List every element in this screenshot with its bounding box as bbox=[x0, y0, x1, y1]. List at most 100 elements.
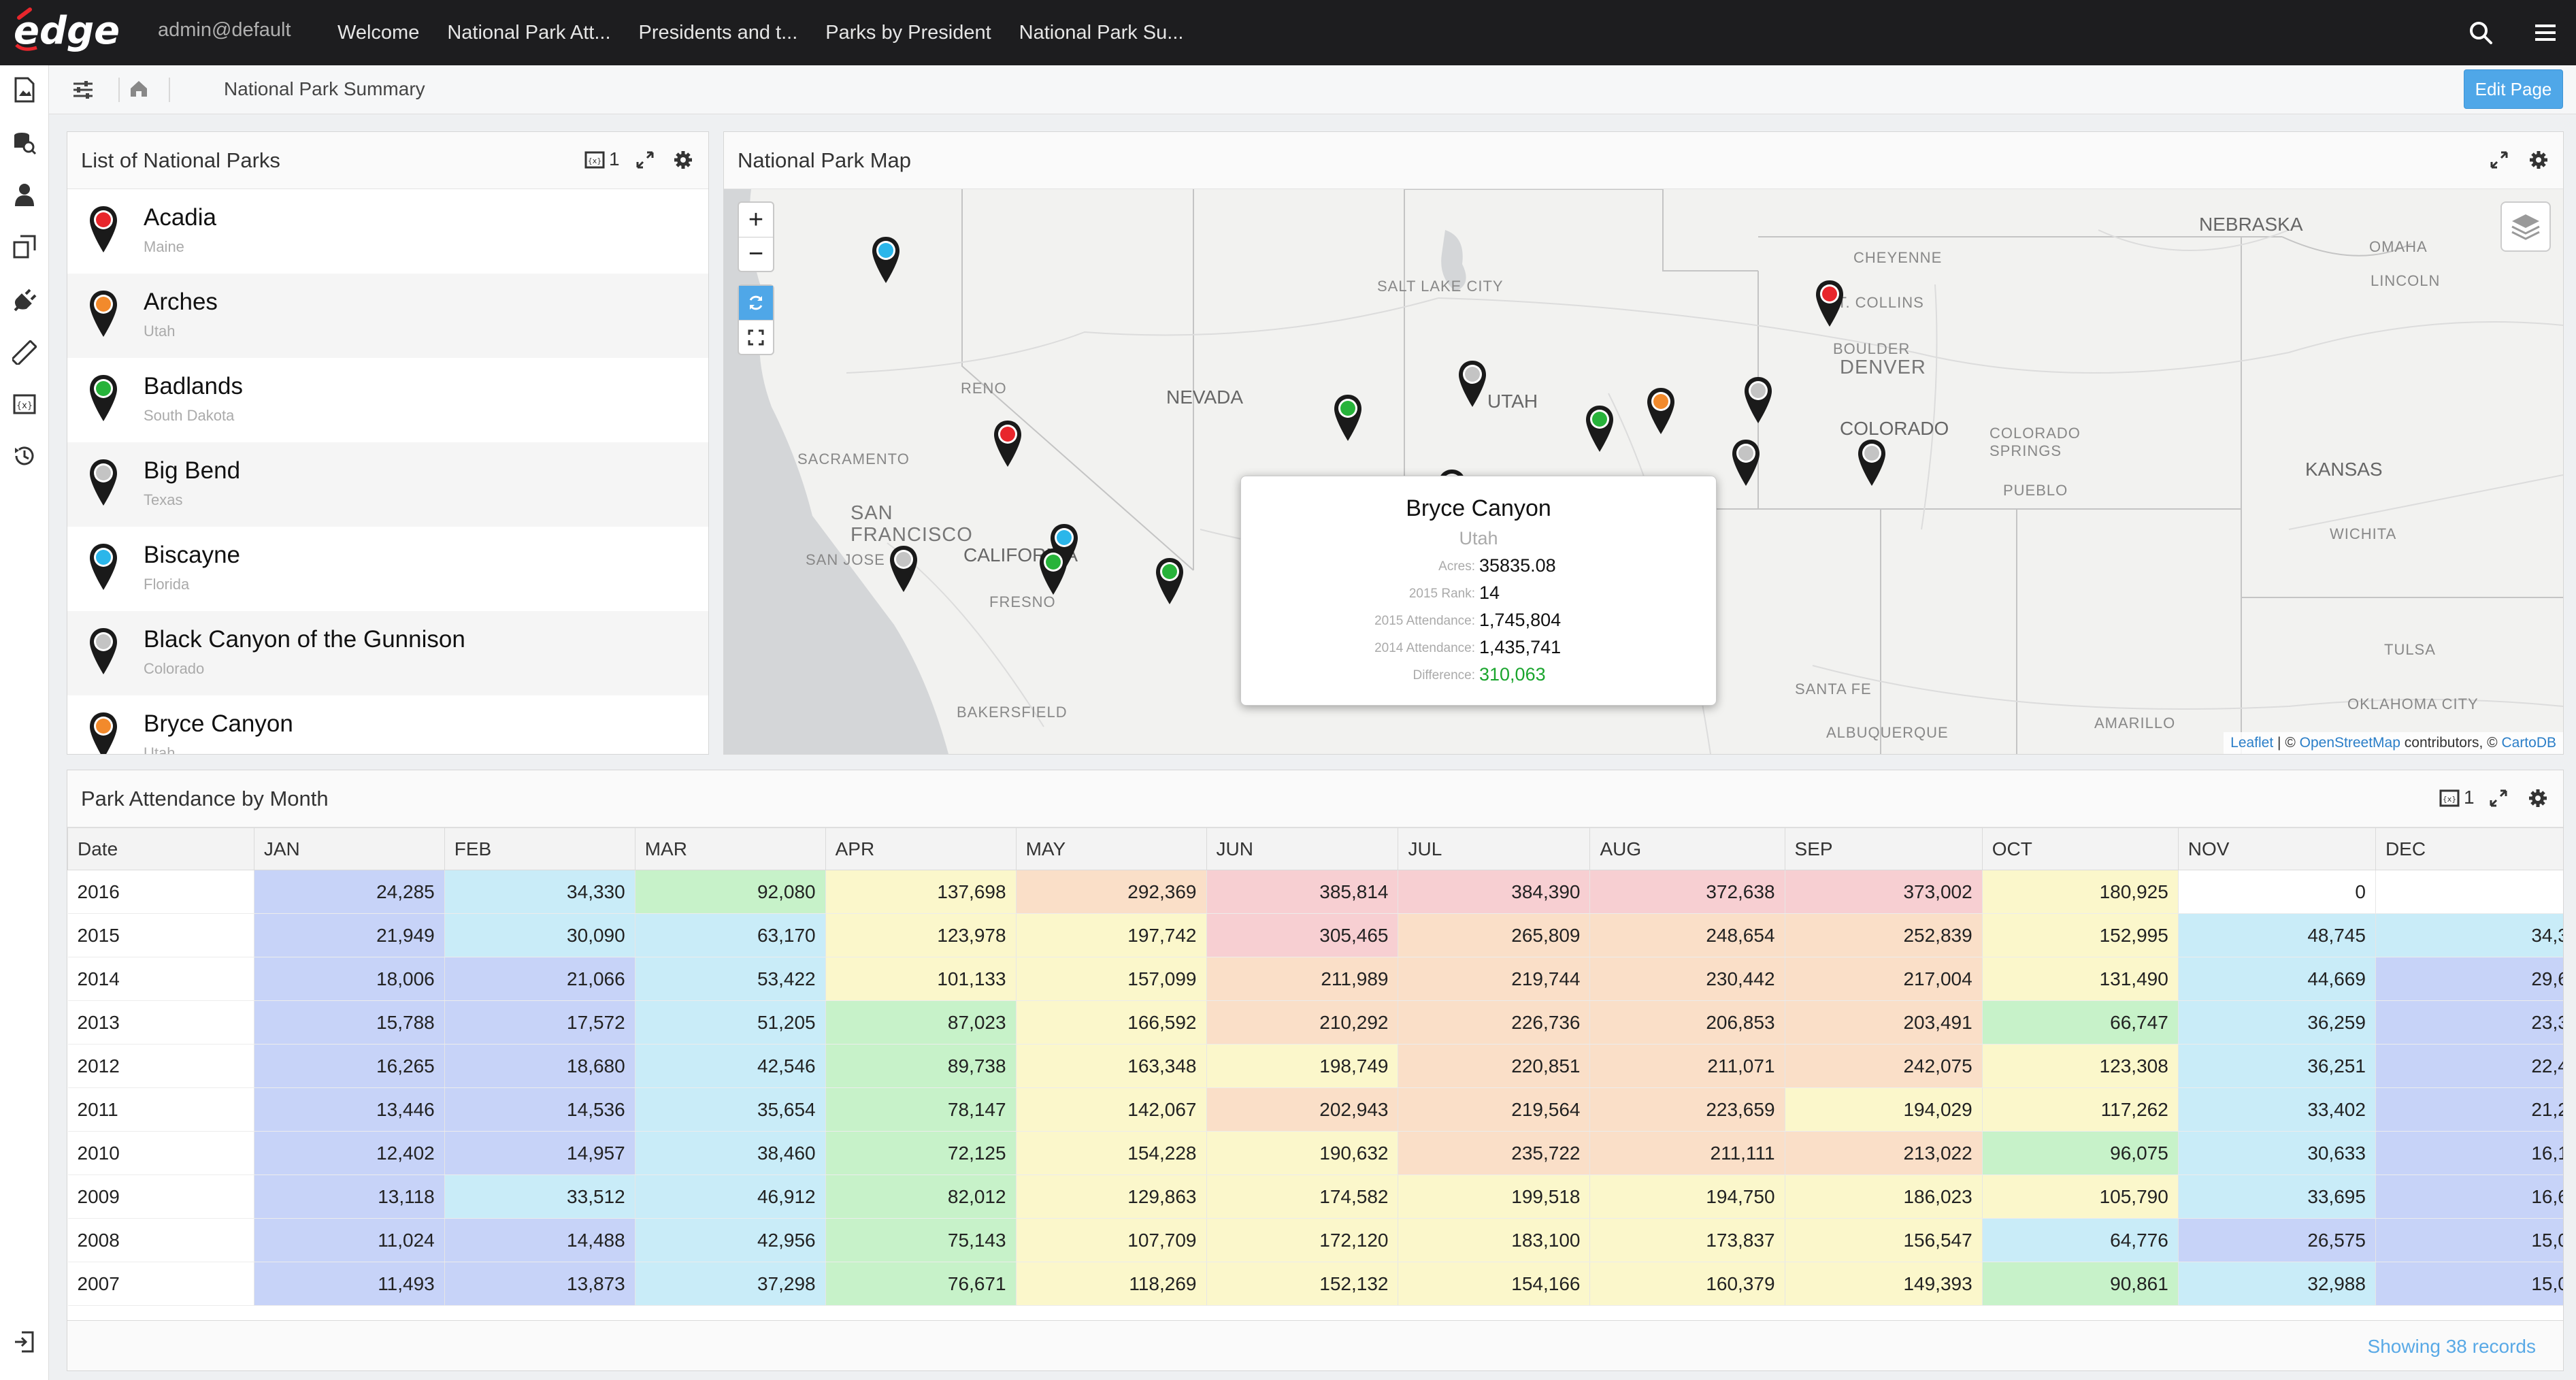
layers-icon[interactable] bbox=[2500, 201, 2551, 252]
map-marker-icon[interactable] bbox=[1584, 404, 1615, 455]
column-header[interactable]: DEC bbox=[2375, 827, 2563, 870]
map-label: COLORADO SPRINGS bbox=[1989, 425, 2081, 459]
gear-icon[interactable] bbox=[670, 147, 696, 173]
column-header[interactable]: AUG bbox=[1589, 827, 1785, 870]
map-marker-icon[interactable] bbox=[1856, 438, 1887, 489]
column-header[interactable]: SEP bbox=[1784, 827, 1983, 870]
column-header[interactable]: MAR bbox=[634, 827, 826, 870]
variables-icon[interactable]: {x} bbox=[582, 147, 608, 173]
hamburger-menu-icon[interactable] bbox=[2526, 14, 2564, 52]
table-row[interactable]: 2011 13,446 14,536 35,654 78,147 142,067 202,9… bbox=[67, 1087, 2563, 1132]
gear-icon[interactable] bbox=[2526, 147, 2552, 173]
map-marker-icon[interactable] bbox=[1038, 547, 1069, 597]
gear-icon[interactable] bbox=[2525, 785, 2551, 811]
table-row[interactable]: 2015 21,949 30,090 63,170 123,978 197,742 305,… bbox=[67, 913, 2563, 957]
tab-national-park-summary[interactable]: National Park Su... bbox=[1019, 22, 1184, 44]
column-header[interactable]: MAY bbox=[1015, 827, 1207, 870]
column-header[interactable]: Date bbox=[67, 827, 254, 870]
column-header[interactable]: FEB bbox=[444, 827, 635, 870]
list-item[interactable]: Arches Utah bbox=[67, 274, 708, 358]
table-row[interactable]: 2007 11,493 13,873 37,298 76,671 118,269 152,1… bbox=[67, 1262, 2563, 1306]
value-cell: 29,677 bbox=[2375, 957, 2563, 1001]
table-row[interactable]: 2014 18,006 21,066 53,422 101,133 157,099 211,… bbox=[67, 957, 2563, 1001]
table-row[interactable]: 2008 11,024 14,488 42,956 75,143 107,709 172,1… bbox=[67, 1218, 2563, 1262]
leaflet-link[interactable]: Leaflet bbox=[2230, 735, 2273, 751]
openstreetmap-link[interactable]: OpenStreetMap bbox=[2300, 735, 2400, 751]
popup-row: 2015 Rank: 14 bbox=[1241, 580, 1717, 607]
list-item[interactable]: Biscayne Florida bbox=[67, 527, 708, 611]
date-cell: 2014 bbox=[67, 957, 254, 1001]
filter-settings-icon[interactable] bbox=[71, 78, 98, 102]
column-header[interactable]: JUL bbox=[1398, 827, 1591, 870]
tab-parks-by-president[interactable]: Parks by President bbox=[825, 22, 991, 44]
list-item[interactable]: Badlands South Dakota bbox=[67, 358, 708, 442]
popup-value: 310,063 bbox=[1479, 664, 1546, 685]
map-marker-icon[interactable] bbox=[1730, 438, 1762, 489]
refresh-icon[interactable] bbox=[739, 286, 773, 320]
map-marker-icon[interactable] bbox=[888, 544, 919, 595]
popup-label: 2015 Rank: bbox=[1408, 587, 1475, 601]
table-row[interactable]: 2012 16,265 18,680 42,546 89,738 163,348 198,7… bbox=[67, 1044, 2563, 1088]
expand-icon[interactable] bbox=[632, 147, 658, 173]
pages-icon[interactable] bbox=[11, 76, 38, 103]
column-header[interactable]: JAN bbox=[253, 827, 445, 870]
edit-page-button[interactable]: Edit Page bbox=[2464, 69, 2563, 109]
user-icon[interactable] bbox=[11, 181, 38, 208]
map-marker-icon[interactable] bbox=[1457, 359, 1488, 410]
zoom-out-button[interactable]: − bbox=[739, 237, 773, 271]
map-marker-icon[interactable] bbox=[1645, 387, 1677, 437]
value-cell: 217,004 bbox=[1785, 957, 1983, 1001]
value-cell: 173,837 bbox=[1589, 1218, 1785, 1262]
tab-welcome[interactable]: Welcome bbox=[337, 22, 419, 44]
search-icon[interactable] bbox=[2462, 14, 2500, 52]
variables-icon[interactable]: {x} bbox=[11, 391, 38, 418]
value-cell: 129,863 bbox=[1016, 1174, 1207, 1219]
table-row[interactable]: 2009 13,118 33,512 46,912 82,012 129,863 174,5… bbox=[67, 1174, 2563, 1219]
expand-icon[interactable] bbox=[2486, 147, 2512, 173]
record-count: Showing 38 records bbox=[2367, 1336, 2536, 1357]
variables-icon[interactable]: {x} bbox=[2437, 785, 2462, 811]
map-marker-icon[interactable] bbox=[992, 419, 1023, 470]
ruler-icon[interactable] bbox=[11, 339, 38, 366]
list-item[interactable]: Black Canyon of the Gunnison Colorado bbox=[67, 611, 708, 695]
current-user[interactable]: admin@default bbox=[158, 19, 291, 42]
list-item[interactable]: Big Bend Texas bbox=[67, 442, 708, 527]
edge-logo[interactable]: edge bbox=[10, 3, 118, 60]
column-header[interactable]: APR bbox=[825, 827, 1017, 870]
value-cell: 292,369 bbox=[1016, 870, 1207, 914]
map-marker-icon[interactable] bbox=[1154, 557, 1185, 607]
tab-presidents[interactable]: Presidents and t... bbox=[639, 22, 798, 44]
map-marker-icon[interactable] bbox=[1743, 376, 1774, 426]
cartodb-link[interactable]: CartoDB bbox=[2501, 735, 2556, 751]
column-header[interactable]: NOV bbox=[2177, 827, 2376, 870]
value-cell: 172,120 bbox=[1206, 1218, 1399, 1262]
list-item[interactable]: Acadia Maine bbox=[67, 189, 708, 274]
data-search-icon[interactable] bbox=[11, 129, 38, 157]
attendance-table: Date JAN FEB MAR APR MAY JUN JUL AUG SEP OCT NOV DEC… bbox=[67, 827, 2563, 1306]
transform-icon[interactable] bbox=[11, 233, 38, 260]
map-label: SAN FRANCISCO bbox=[851, 502, 973, 546]
history-icon[interactable] bbox=[11, 442, 38, 470]
value-cell: 197,742 bbox=[1016, 913, 1207, 957]
attribution-text: | © bbox=[2277, 735, 2296, 751]
column-header[interactable]: OCT bbox=[1981, 827, 2179, 870]
logout-icon[interactable] bbox=[11, 1328, 38, 1356]
map-label: DENVER bbox=[1840, 357, 1926, 378]
map-label: LINCOLN bbox=[2371, 272, 2441, 289]
tab-national-park-attendance[interactable]: National Park Att... bbox=[447, 22, 610, 44]
map-marker-icon[interactable] bbox=[1814, 279, 1845, 329]
zoom-in-button[interactable]: + bbox=[739, 203, 773, 237]
map-marker-icon[interactable] bbox=[1332, 393, 1364, 444]
expand-icon[interactable] bbox=[2486, 785, 2511, 811]
table-row[interactable]: 2016 24,285 34,330 92,080 137,698 292,369 385,… bbox=[67, 870, 2563, 914]
column-header[interactable]: JUN bbox=[1206, 827, 1399, 870]
fullscreen-icon[interactable] bbox=[739, 320, 773, 354]
map-marker-icon[interactable] bbox=[870, 235, 902, 286]
list-item[interactable]: Bryce Canyon Utah bbox=[67, 695, 708, 754]
home-icon[interactable] bbox=[128, 78, 155, 102]
attendance-table-wrapper[interactable]: Date JAN FEB MAR APR MAY JUN JUL AUG SEP OCT NOV DEC… bbox=[67, 827, 2563, 1339]
value-cell: 211,071 bbox=[1589, 1044, 1785, 1088]
plugin-icon[interactable] bbox=[11, 287, 38, 314]
table-row[interactable]: 2013 15,788 17,572 51,205 87,023 166,592 210,2… bbox=[67, 1000, 2563, 1045]
table-row[interactable]: 2010 12,402 14,957 38,460 72,125 154,228 190,6… bbox=[67, 1131, 2563, 1175]
